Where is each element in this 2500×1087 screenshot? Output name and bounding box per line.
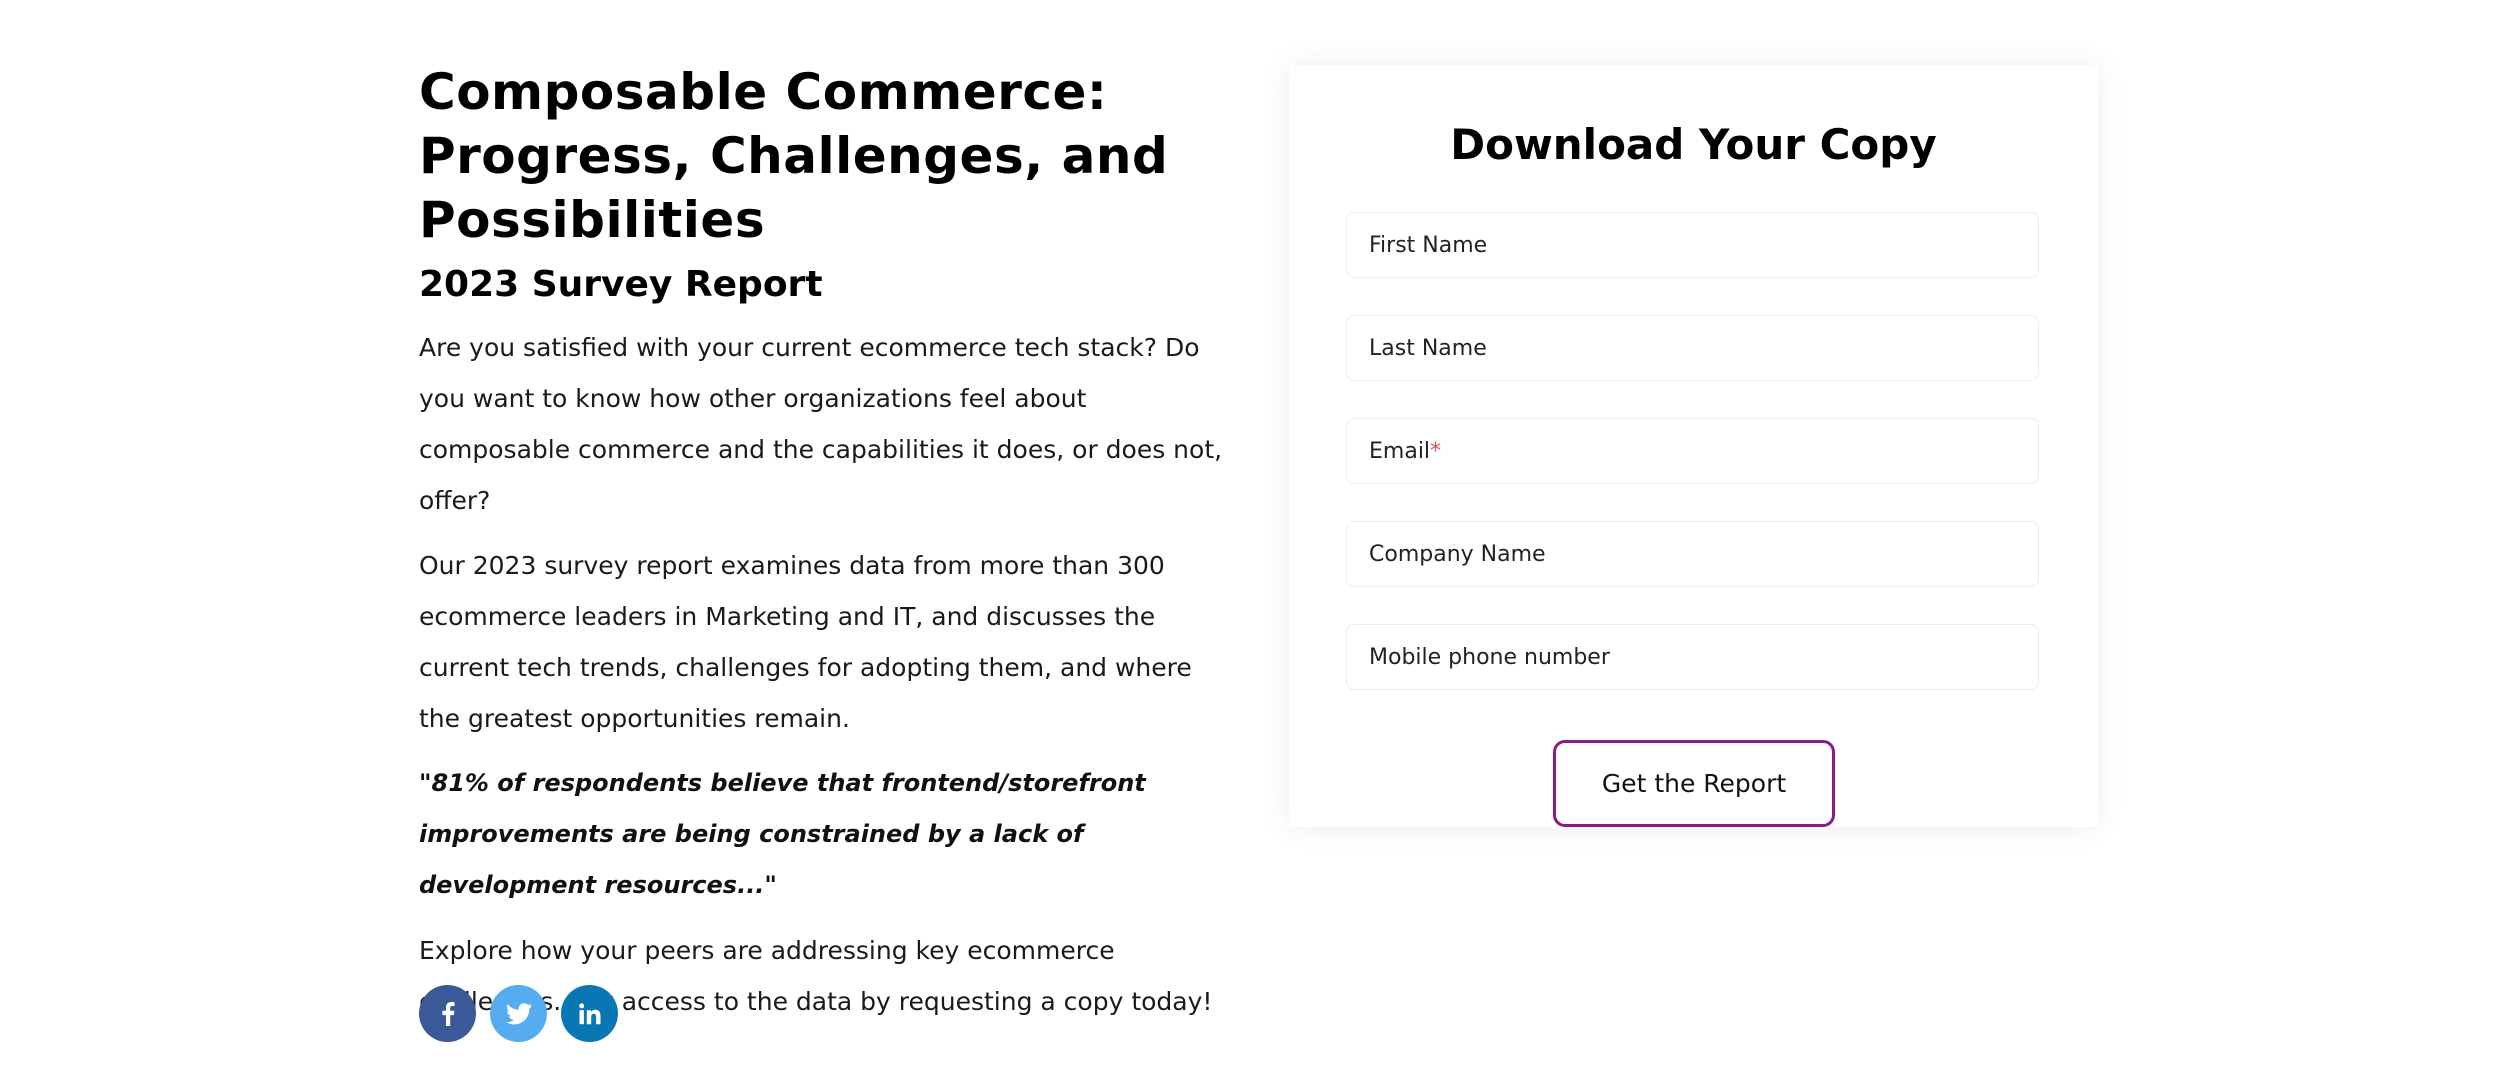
facebook-icon (441, 1001, 454, 1026)
get-report-button[interactable]: Get the Report (1553, 740, 1835, 827)
page-title: Composable Commerce: Progress, Challenge… (419, 63, 1169, 249)
facebook-share-button[interactable] (419, 985, 476, 1042)
form-title: Download Your Copy (1450, 120, 1937, 169)
highlight-quote: "81% of respondents believe that fronten… (419, 769, 1146, 899)
last-name-field[interactable]: Last Name (1346, 315, 2039, 381)
article-column: Composable Commerce: Progress, Challenge… (419, 60, 1239, 1041)
report-description-paragraph: Our 2023 survey report examines data fro… (419, 551, 1192, 733)
last-name-placeholder: Last Name (1369, 335, 1487, 361)
company-name-placeholder: Company Name (1369, 541, 1546, 567)
email-placeholder: Email (1369, 438, 1431, 464)
first-name-field[interactable]: First Name (1346, 212, 2039, 278)
report-subtitle: 2023 Survey Report (419, 264, 823, 305)
social-share-buttons (419, 985, 618, 1042)
company-name-field[interactable]: Company Name (1346, 521, 2039, 587)
first-name-placeholder: First Name (1369, 232, 1488, 258)
download-form-card: Download Your Copy First Name Last Name … (1289, 65, 2098, 827)
linkedin-share-button[interactable] (561, 985, 618, 1042)
linkedin-icon (578, 1002, 600, 1024)
mobile-phone-placeholder: Mobile phone number (1369, 644, 1610, 670)
email-field[interactable]: Email * (1346, 418, 2039, 484)
twitter-share-button[interactable] (490, 985, 547, 1042)
intro-paragraph: Are you satisfied with your current ecom… (419, 333, 1223, 515)
twitter-icon (505, 1002, 532, 1024)
required-asterisk: * (1430, 438, 1442, 464)
mobile-phone-field[interactable]: Mobile phone number (1346, 624, 2039, 690)
